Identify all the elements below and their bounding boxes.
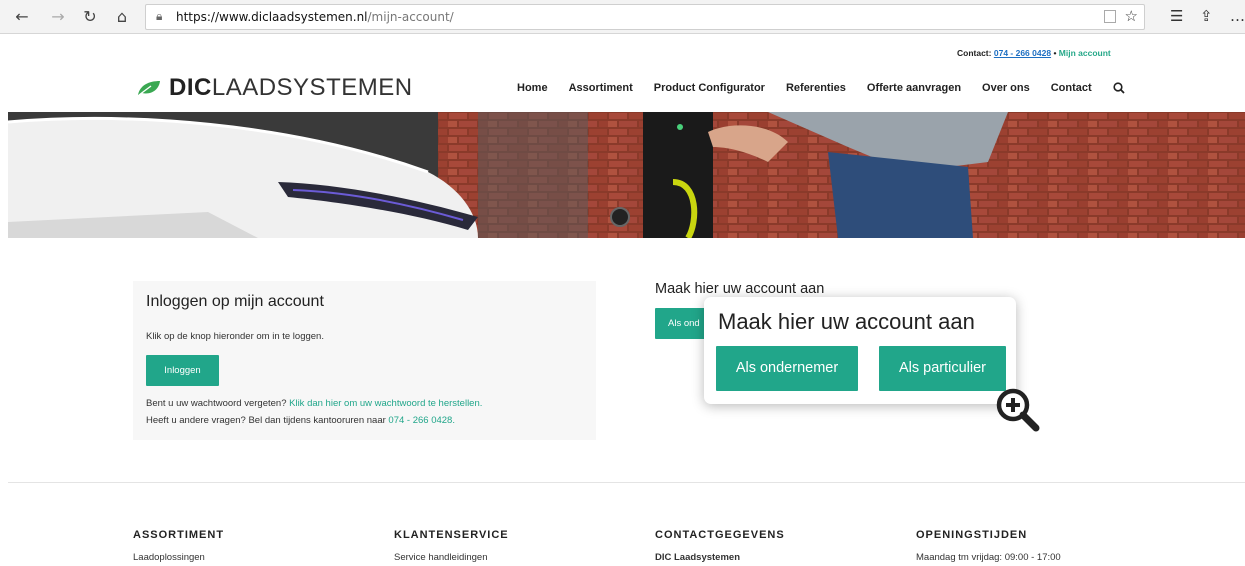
- my-account-link[interactable]: Mijn account: [1059, 48, 1111, 58]
- forward-icon[interactable]: →: [48, 7, 68, 27]
- footer-link-laadoplossingen[interactable]: Laadoplossingen: [133, 552, 224, 563]
- site-header: DICLAADSYSTEMEN Home Assortiment Product…: [0, 64, 1245, 112]
- favorite-star-icon[interactable]: ☆: [1125, 7, 1138, 25]
- zoom-in-magnifier-icon: [996, 388, 1040, 432]
- nav-contact[interactable]: Contact: [1051, 82, 1092, 94]
- phone-link[interactable]: 074 - 266 0428: [994, 48, 1051, 58]
- contact-bar: Contact: 074 - 266 0428 • Mijn account: [0, 34, 1245, 64]
- logo-bold-text: DIC: [169, 74, 212, 101]
- logo-light-text: LAADSYSTEMEN: [211, 74, 413, 101]
- zoom-callout-title: Maak hier uw account aan: [718, 309, 975, 334]
- search-icon[interactable]: [1113, 82, 1125, 94]
- hero-ev-charging-illustration: [8, 112, 1245, 238]
- questions-phone-link[interactable]: 074 - 266 0428.: [388, 415, 455, 426]
- footer-divider: [8, 482, 1245, 483]
- contact-label: Contact:: [957, 48, 992, 58]
- footer-link-service-handleidingen[interactable]: Service handleidingen: [394, 552, 509, 563]
- nav-home[interactable]: Home: [517, 82, 548, 94]
- refresh-icon[interactable]: ↻: [80, 7, 100, 27]
- reading-view-icon[interactable]: [1104, 10, 1116, 23]
- zoom-callout: Maak hier uw account aan Als ondernemer …: [704, 297, 1016, 404]
- footer-col-klantenservice: KLANTENSERVICE Service handleidingen: [394, 529, 509, 563]
- forgot-password-line: Bent u uw wachtwoord vergeten? Klik dan …: [146, 398, 482, 409]
- footer-col-assortiment: ASSORTIMENT Laadoplossingen: [133, 529, 224, 563]
- home-icon[interactable]: ⌂: [112, 7, 132, 27]
- footer-col-openingstijden: OPENINGSTIJDEN Maandag tm vrijdag: 09:00…: [916, 529, 1061, 563]
- reset-password-link[interactable]: Klik dan hier om uw wachtwoord te herste…: [289, 398, 482, 409]
- private-account-button[interactable]: Als particulier: [879, 346, 1006, 391]
- forgot-password-text: Bent u uw wachtwoord vergeten?: [146, 398, 287, 409]
- lock-icon: 🔒︎: [156, 9, 163, 23]
- footer-heading-assortiment: ASSORTIMENT: [133, 529, 225, 541]
- nav-over-ons[interactable]: Over ons: [982, 82, 1030, 94]
- site-logo[interactable]: DICLAADSYSTEMEN: [137, 74, 413, 102]
- login-title: Inloggen op mijn account: [146, 293, 324, 310]
- business-account-button[interactable]: Als ondernemer: [716, 346, 858, 391]
- favorites-list-icon[interactable]: ☰: [1170, 7, 1183, 25]
- questions-line: Heeft u andere vragen? Bel dan tijdens k…: [146, 415, 455, 426]
- footer-heading-klantenservice: KLANTENSERVICE: [394, 529, 509, 541]
- footer-opening-hours: Maandag tm vrijdag: 09:00 - 17:00: [916, 552, 1061, 563]
- login-button[interactable]: Inloggen: [146, 355, 219, 386]
- nav-product-configurator[interactable]: Product Configurator: [654, 82, 765, 94]
- footer-company-name: DIC Laadsystemen: [655, 552, 741, 563]
- nav-referenties[interactable]: Referenties: [786, 82, 846, 94]
- contact-info: Contact: 074 - 266 0428 • Mijn account: [957, 48, 1111, 58]
- footer-col-contactgegevens: CONTACTGEGEVENS DIC Laadsystemen: [655, 529, 785, 563]
- questions-text: Heeft u andere vragen? Bel dan tijdens k…: [146, 415, 386, 426]
- leaf-icon: [138, 81, 160, 96]
- more-icon[interactable]: …: [1230, 7, 1245, 25]
- create-account-title: Maak hier uw account aan: [655, 281, 825, 297]
- address-bar[interactable]: 🔒︎ https://www.diclaadsystemen.nl/mijn-a…: [145, 4, 1145, 30]
- main-navigation: Home Assortiment Product Configurator Re…: [517, 82, 1125, 94]
- separator: •: [1053, 48, 1057, 58]
- footer-heading-openingstijden: OPENINGSTIJDEN: [916, 529, 1028, 541]
- footer-heading-contactgegevens: CONTACTGEGEVENS: [655, 529, 785, 541]
- nav-assortiment[interactable]: Assortiment: [569, 82, 633, 94]
- share-icon[interactable]: ⇪: [1200, 7, 1213, 25]
- hero-image: [8, 112, 1245, 238]
- nav-offerte-aanvragen[interactable]: Offerte aanvragen: [867, 82, 961, 94]
- login-panel: Inloggen op mijn account Klik op de knop…: [133, 281, 596, 440]
- back-icon[interactable]: ←: [12, 7, 32, 27]
- login-description: Klik op de knop hieronder om in te logge…: [146, 331, 324, 342]
- browser-toolbar: ← → ↻ ⌂ 🔒︎ https://www.diclaadsystemen.n…: [0, 0, 1245, 34]
- url-text: https://www.diclaadsystemen.nl/mijn-acco…: [176, 10, 454, 24]
